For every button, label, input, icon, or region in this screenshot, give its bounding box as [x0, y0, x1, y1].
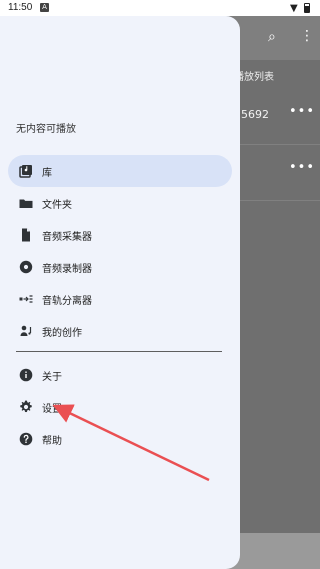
- folder-icon: [18, 195, 34, 211]
- wifi-icon: ▼: [290, 3, 298, 14]
- drawer-item-label: 帮助: [42, 436, 62, 447]
- drawer-item-audio-recorder[interactable]: 音频录制器: [8, 251, 232, 283]
- gear-icon: [18, 399, 34, 415]
- help-icon: [18, 431, 34, 447]
- drawer-divider: [16, 351, 222, 352]
- drawer-item-library[interactable]: 库: [8, 155, 232, 187]
- drawer-item-label: 关于: [42, 372, 62, 383]
- more-vertical-icon[interactable]: ⋮: [300, 28, 314, 44]
- drawer-item-label: 我的创作: [42, 328, 82, 339]
- library-icon: [18, 163, 34, 179]
- drawer-item-settings[interactable]: 设置: [8, 391, 232, 423]
- info-icon: [18, 367, 34, 383]
- row-menu-icon[interactable]: •••: [289, 104, 315, 119]
- separator-icon: [18, 291, 34, 307]
- drawer-item-folder[interactable]: 文件夹: [8, 187, 232, 219]
- record-icon: [18, 259, 34, 275]
- background-row-text: 5692: [241, 108, 269, 121]
- drawer-header-text: 无内容可播放: [16, 124, 76, 135]
- drawer-item-my-creations[interactable]: 我的创作: [8, 315, 232, 347]
- drawer-item-about[interactable]: 关于: [8, 359, 232, 391]
- notification-icon: A: [40, 3, 49, 12]
- row-menu-icon[interactable]: •••: [289, 160, 315, 175]
- background-playlist-tab[interactable]: 播放列表: [234, 68, 274, 83]
- drawer-item-label: 库: [42, 168, 52, 179]
- drawer-item-label: 设置: [42, 404, 62, 415]
- status-time: 11:50: [8, 2, 33, 13]
- drawer-item-label: 音轨分离器: [42, 296, 92, 307]
- drawer-item-track-separator[interactable]: 音轨分离器: [8, 283, 232, 315]
- file-icon: [18, 227, 34, 243]
- search-icon[interactable]: ⌕: [268, 29, 276, 45]
- drawer-item-label: 音频录制器: [42, 264, 92, 275]
- drawer-item-label: 音频采集器: [42, 232, 92, 243]
- battery-icon: [304, 3, 310, 13]
- drawer-item-help[interactable]: 帮助: [8, 423, 232, 455]
- navigation-drawer: 无内容可播放 库 文件夹 音频采集器 音频录制器 音轨分离器 我的创作 关于 设…: [0, 16, 240, 569]
- drawer-item-audio-collector[interactable]: 音频采集器: [8, 219, 232, 251]
- status-bar: 11:50 A ▼: [0, 0, 320, 16]
- person-music-icon: [18, 323, 34, 339]
- drawer-item-label: 文件夹: [42, 200, 72, 211]
